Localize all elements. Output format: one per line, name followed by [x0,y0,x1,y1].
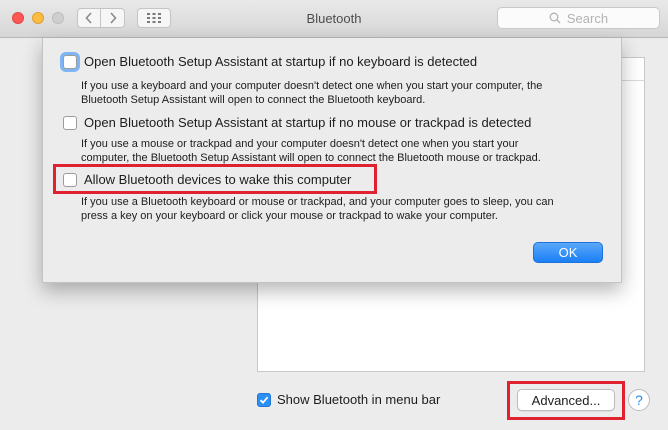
option-description: If you use a keyboard and your computer … [81,79,601,107]
ok-button[interactable]: OK [533,242,603,263]
mouse-assistant-checkbox[interactable] [63,115,77,130]
allow-wake-highlight-box [53,164,377,194]
search-field[interactable]: Search [497,7,660,29]
show-in-menu-bar-checkbox[interactable] [257,392,271,407]
help-button[interactable]: ? [628,389,650,411]
advanced-settings-sheet: Open Bluetooth Setup Assistant at startu… [42,38,622,283]
description-line: If you use a mouse or trackpad and your … [81,138,519,150]
advanced-highlight-box [507,381,625,420]
show-in-menu-bar-option[interactable]: Show Bluetooth in menu bar [257,392,440,407]
keyboard-assistant-checkbox[interactable] [63,54,77,69]
option-description: If you use a Bluetooth keyboard or mouse… [81,195,601,223]
title-bar: Bluetooth Search [0,0,668,38]
description-line: computer, the Bluetooth Setup Assistant … [81,152,541,164]
checkmark-icon [259,396,269,404]
description-line: Bluetooth Setup Assistant will open to c… [81,94,426,106]
search-icon [549,12,561,24]
option-mouse-assistant[interactable]: Open Bluetooth Setup Assistant at startu… [63,115,531,130]
option-label: Open Bluetooth Setup Assistant at startu… [84,54,478,69]
option-label: Open Bluetooth Setup Assistant at startu… [84,115,532,130]
option-keyboard-assistant[interactable]: Open Bluetooth Setup Assistant at startu… [63,54,477,69]
show-in-menu-bar-label: Show Bluetooth in menu bar [277,392,441,407]
description-line: If you use a keyboard and your computer … [81,80,543,92]
option-description: If you use a mouse or trackpad and your … [81,137,601,165]
description-line: press a key on your keyboard or click yo… [81,210,498,222]
description-line: If you use a Bluetooth keyboard or mouse… [81,196,554,208]
search-placeholder: Search [566,10,609,26]
